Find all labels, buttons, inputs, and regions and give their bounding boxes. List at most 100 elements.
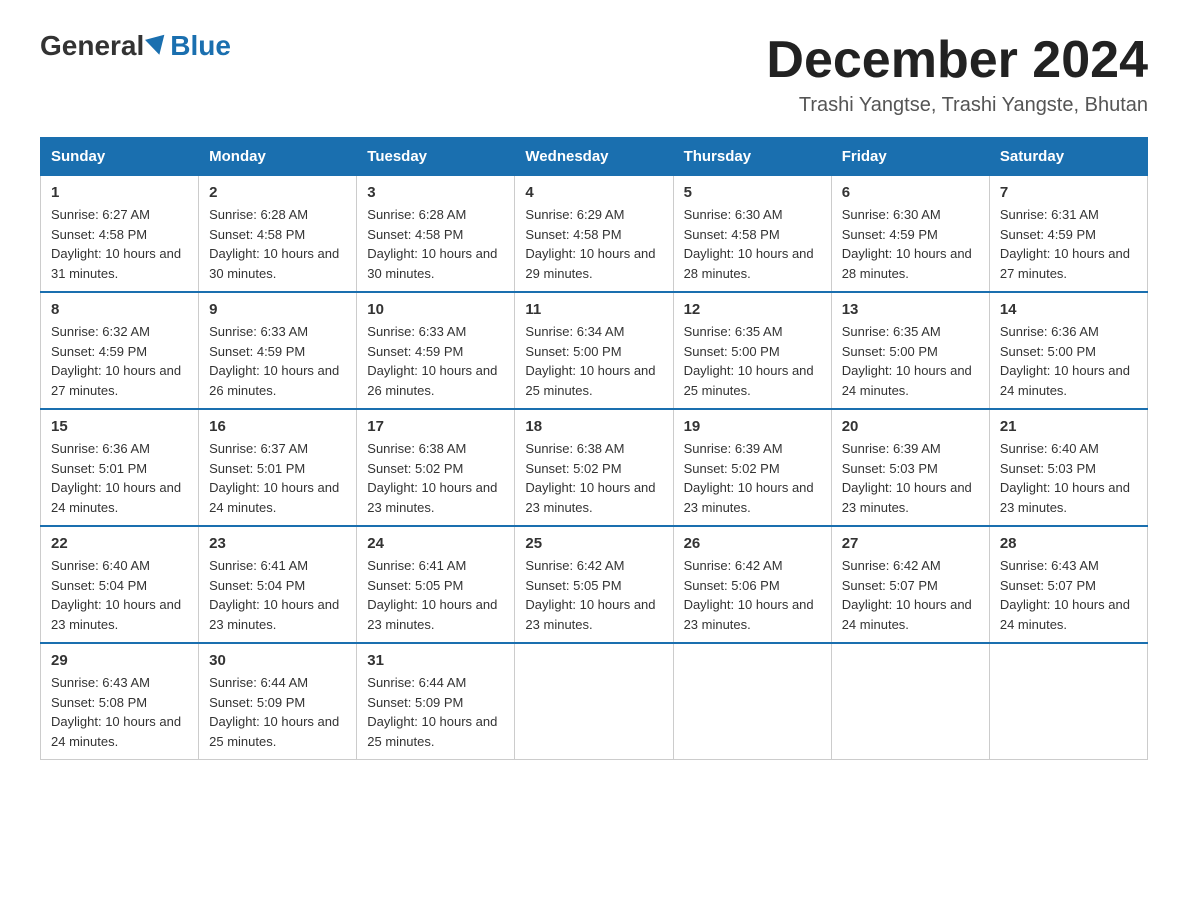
day-info: Sunrise: 6:31 AMSunset: 4:59 PMDaylight:… (1000, 207, 1130, 281)
table-row: 27 Sunrise: 6:42 AMSunset: 5:07 PMDaylig… (831, 526, 989, 643)
logo-triangle-icon (145, 35, 169, 58)
day-number: 3 (367, 184, 504, 201)
day-number: 28 (1000, 535, 1137, 552)
calendar-week-row: 8 Sunrise: 6:32 AMSunset: 4:59 PMDayligh… (41, 292, 1148, 409)
day-info: Sunrise: 6:35 AMSunset: 5:00 PMDaylight:… (842, 324, 972, 398)
day-info: Sunrise: 6:44 AMSunset: 5:09 PMDaylight:… (367, 675, 497, 749)
table-row: 7 Sunrise: 6:31 AMSunset: 4:59 PMDayligh… (989, 176, 1147, 293)
day-info: Sunrise: 6:29 AMSunset: 4:58 PMDaylight:… (525, 207, 655, 281)
subtitle: Trashi Yangtse, Trashi Yangste, Bhutan (766, 94, 1148, 117)
table-row: 14 Sunrise: 6:36 AMSunset: 5:00 PMDaylig… (989, 292, 1147, 409)
day-info: Sunrise: 6:42 AMSunset: 5:07 PMDaylight:… (842, 558, 972, 632)
logo-general-text: General (40, 30, 144, 62)
day-number: 27 (842, 535, 979, 552)
table-row (989, 643, 1147, 760)
day-info: Sunrise: 6:41 AMSunset: 5:05 PMDaylight:… (367, 558, 497, 632)
logo: General Blue (40, 30, 231, 62)
day-info: Sunrise: 6:32 AMSunset: 4:59 PMDaylight:… (51, 324, 181, 398)
table-row: 17 Sunrise: 6:38 AMSunset: 5:02 PMDaylig… (357, 409, 515, 526)
day-info: Sunrise: 6:30 AMSunset: 4:59 PMDaylight:… (842, 207, 972, 281)
calendar-week-row: 1 Sunrise: 6:27 AMSunset: 4:58 PMDayligh… (41, 176, 1148, 293)
table-row: 16 Sunrise: 6:37 AMSunset: 5:01 PMDaylig… (199, 409, 357, 526)
day-number: 10 (367, 301, 504, 318)
col-thursday: Thursday (673, 138, 831, 176)
day-number: 2 (209, 184, 346, 201)
day-number: 21 (1000, 418, 1137, 435)
day-info: Sunrise: 6:44 AMSunset: 5:09 PMDaylight:… (209, 675, 339, 749)
table-row: 1 Sunrise: 6:27 AMSunset: 4:58 PMDayligh… (41, 176, 199, 293)
col-friday: Friday (831, 138, 989, 176)
day-number: 8 (51, 301, 188, 318)
table-row: 13 Sunrise: 6:35 AMSunset: 5:00 PMDaylig… (831, 292, 989, 409)
day-info: Sunrise: 6:39 AMSunset: 5:02 PMDaylight:… (684, 441, 814, 515)
day-info: Sunrise: 6:42 AMSunset: 5:05 PMDaylight:… (525, 558, 655, 632)
table-row: 29 Sunrise: 6:43 AMSunset: 5:08 PMDaylig… (41, 643, 199, 760)
table-row: 26 Sunrise: 6:42 AMSunset: 5:06 PMDaylig… (673, 526, 831, 643)
table-row: 4 Sunrise: 6:29 AMSunset: 4:58 PMDayligh… (515, 176, 673, 293)
day-number: 4 (525, 184, 662, 201)
day-number: 14 (1000, 301, 1137, 318)
day-info: Sunrise: 6:30 AMSunset: 4:58 PMDaylight:… (684, 207, 814, 281)
day-number: 23 (209, 535, 346, 552)
table-row: 10 Sunrise: 6:33 AMSunset: 4:59 PMDaylig… (357, 292, 515, 409)
logo-blue-text: Blue (170, 30, 231, 62)
day-number: 24 (367, 535, 504, 552)
day-number: 22 (51, 535, 188, 552)
day-info: Sunrise: 6:38 AMSunset: 5:02 PMDaylight:… (525, 441, 655, 515)
day-info: Sunrise: 6:28 AMSunset: 4:58 PMDaylight:… (209, 207, 339, 281)
calendar-week-row: 29 Sunrise: 6:43 AMSunset: 5:08 PMDaylig… (41, 643, 1148, 760)
day-number: 25 (525, 535, 662, 552)
day-info: Sunrise: 6:40 AMSunset: 5:04 PMDaylight:… (51, 558, 181, 632)
day-info: Sunrise: 6:33 AMSunset: 4:59 PMDaylight:… (209, 324, 339, 398)
day-number: 11 (525, 301, 662, 318)
table-row: 21 Sunrise: 6:40 AMSunset: 5:03 PMDaylig… (989, 409, 1147, 526)
col-sunday: Sunday (41, 138, 199, 176)
day-number: 12 (684, 301, 821, 318)
table-row: 5 Sunrise: 6:30 AMSunset: 4:58 PMDayligh… (673, 176, 831, 293)
day-info: Sunrise: 6:37 AMSunset: 5:01 PMDaylight:… (209, 441, 339, 515)
day-info: Sunrise: 6:41 AMSunset: 5:04 PMDaylight:… (209, 558, 339, 632)
table-row (673, 643, 831, 760)
day-info: Sunrise: 6:40 AMSunset: 5:03 PMDaylight:… (1000, 441, 1130, 515)
day-number: 9 (209, 301, 346, 318)
table-row: 19 Sunrise: 6:39 AMSunset: 5:02 PMDaylig… (673, 409, 831, 526)
title-block: December 2024 Trashi Yangtse, Trashi Yan… (766, 30, 1148, 117)
table-row: 23 Sunrise: 6:41 AMSunset: 5:04 PMDaylig… (199, 526, 357, 643)
day-info: Sunrise: 6:39 AMSunset: 5:03 PMDaylight:… (842, 441, 972, 515)
col-tuesday: Tuesday (357, 138, 515, 176)
day-number: 19 (684, 418, 821, 435)
day-info: Sunrise: 6:36 AMSunset: 5:00 PMDaylight:… (1000, 324, 1130, 398)
calendar-header-row: Sunday Monday Tuesday Wednesday Thursday… (41, 138, 1148, 176)
day-number: 26 (684, 535, 821, 552)
table-row: 8 Sunrise: 6:32 AMSunset: 4:59 PMDayligh… (41, 292, 199, 409)
table-row (515, 643, 673, 760)
table-row (831, 643, 989, 760)
day-info: Sunrise: 6:43 AMSunset: 5:08 PMDaylight:… (51, 675, 181, 749)
day-number: 7 (1000, 184, 1137, 201)
table-row: 12 Sunrise: 6:35 AMSunset: 5:00 PMDaylig… (673, 292, 831, 409)
calendar-week-row: 22 Sunrise: 6:40 AMSunset: 5:04 PMDaylig… (41, 526, 1148, 643)
table-row: 31 Sunrise: 6:44 AMSunset: 5:09 PMDaylig… (357, 643, 515, 760)
day-number: 29 (51, 652, 188, 669)
day-info: Sunrise: 6:34 AMSunset: 5:00 PMDaylight:… (525, 324, 655, 398)
page-header: General Blue December 2024 Trashi Yangts… (40, 30, 1148, 117)
day-number: 30 (209, 652, 346, 669)
day-info: Sunrise: 6:33 AMSunset: 4:59 PMDaylight:… (367, 324, 497, 398)
day-info: Sunrise: 6:35 AMSunset: 5:00 PMDaylight:… (684, 324, 814, 398)
table-row: 6 Sunrise: 6:30 AMSunset: 4:59 PMDayligh… (831, 176, 989, 293)
calendar-table: Sunday Monday Tuesday Wednesday Thursday… (40, 137, 1148, 760)
table-row: 20 Sunrise: 6:39 AMSunset: 5:03 PMDaylig… (831, 409, 989, 526)
col-wednesday: Wednesday (515, 138, 673, 176)
day-number: 6 (842, 184, 979, 201)
table-row: 3 Sunrise: 6:28 AMSunset: 4:58 PMDayligh… (357, 176, 515, 293)
day-number: 18 (525, 418, 662, 435)
table-row: 18 Sunrise: 6:38 AMSunset: 5:02 PMDaylig… (515, 409, 673, 526)
main-title: December 2024 (766, 30, 1148, 90)
day-info: Sunrise: 6:28 AMSunset: 4:58 PMDaylight:… (367, 207, 497, 281)
table-row: 2 Sunrise: 6:28 AMSunset: 4:58 PMDayligh… (199, 176, 357, 293)
day-info: Sunrise: 6:43 AMSunset: 5:07 PMDaylight:… (1000, 558, 1130, 632)
day-number: 5 (684, 184, 821, 201)
table-row: 30 Sunrise: 6:44 AMSunset: 5:09 PMDaylig… (199, 643, 357, 760)
table-row: 11 Sunrise: 6:34 AMSunset: 5:00 PMDaylig… (515, 292, 673, 409)
calendar-week-row: 15 Sunrise: 6:36 AMSunset: 5:01 PMDaylig… (41, 409, 1148, 526)
